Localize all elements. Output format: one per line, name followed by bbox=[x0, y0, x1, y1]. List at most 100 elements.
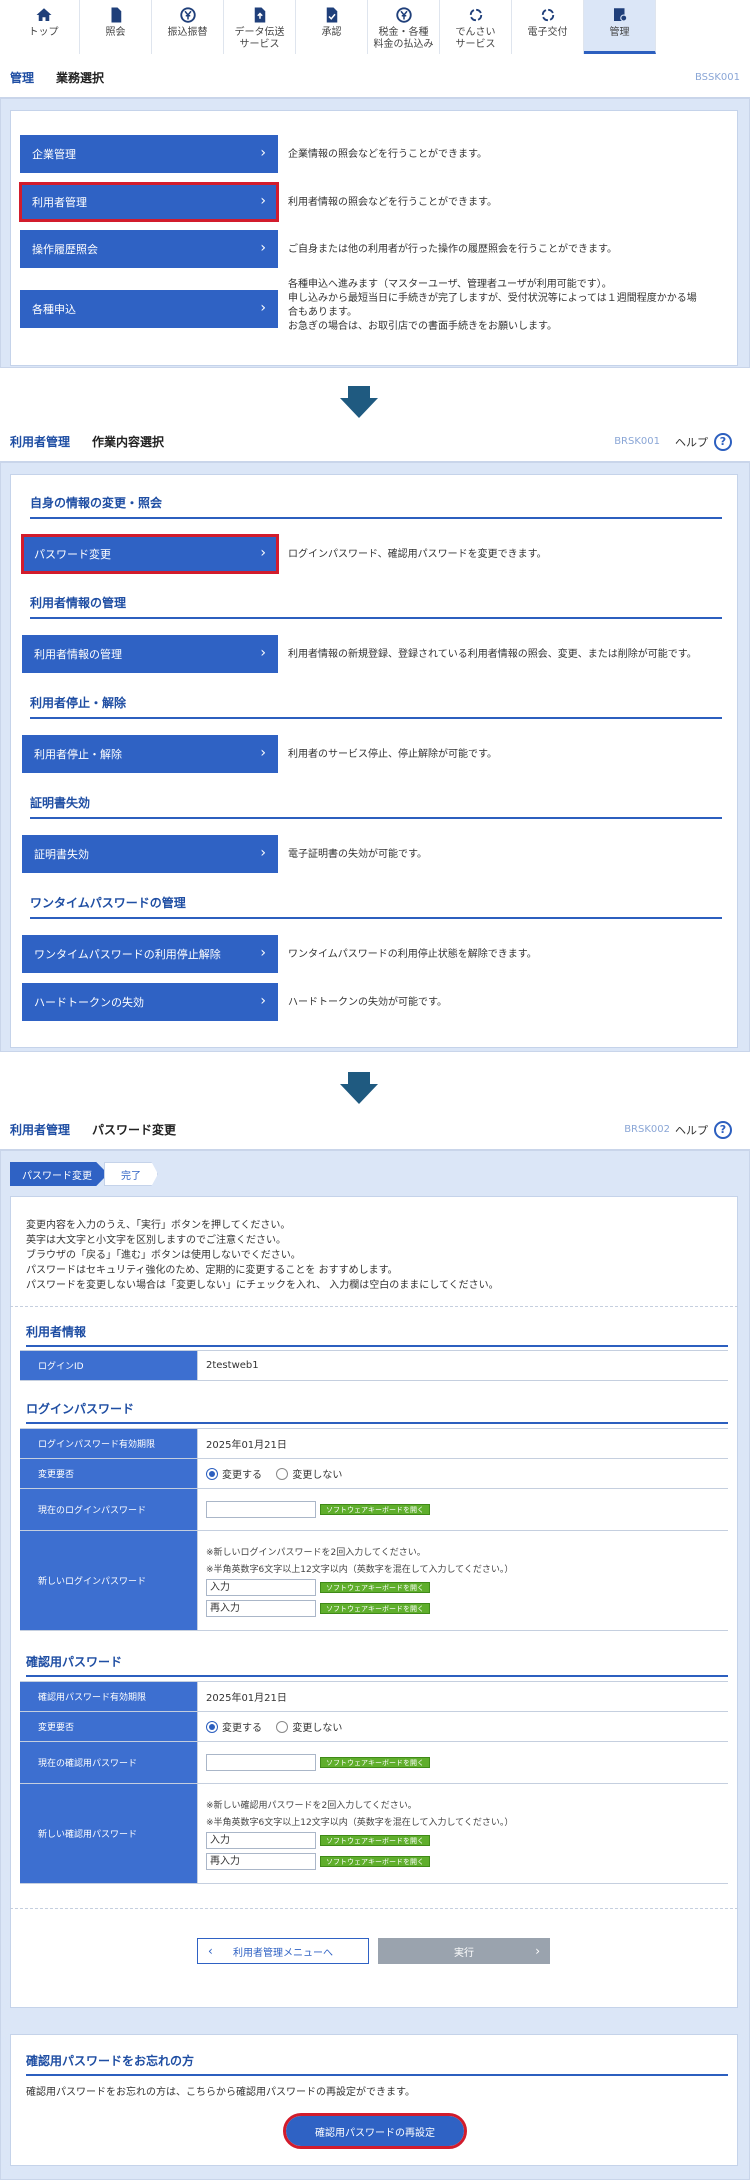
software-keyboard-button[interactable]: ソフトウェアキーボードを開く bbox=[320, 1834, 430, 1846]
new-confirm-password-input[interactable]: 入力 bbox=[206, 1831, 316, 1849]
menu-hardtoken-revoke-desc: ハードトークンの失効が可能です。 bbox=[288, 997, 447, 1008]
screen3-category: 利用者管理 bbox=[10, 1123, 71, 1137]
confirm-password-expiry: 2025年01月21日 bbox=[206, 1693, 287, 1704]
menu-hardtoken-revoke[interactable]: ハードトークンの失効 › bbox=[22, 983, 278, 1021]
new-confirm-password-reinput[interactable]: 再入力 bbox=[206, 1852, 316, 1870]
approve-document-icon bbox=[326, 7, 337, 23]
execute-button[interactable]: 実行 › bbox=[378, 1938, 550, 1964]
chevron-right-icon: › bbox=[260, 845, 266, 861]
nav-item-management[interactable]: 管理 bbox=[584, 0, 656, 54]
chevron-right-icon: › bbox=[260, 993, 266, 1009]
menu-company-management-desc: 企業情報の照会などを行うことができます。 bbox=[288, 149, 487, 160]
densai-icon bbox=[469, 8, 482, 22]
section-onetime-password: ワンタイムパスワードの管理 bbox=[30, 894, 722, 919]
screen1-header: 管理 業務選択 BSSK001 bbox=[0, 58, 750, 98]
screen1-code: BSSK001 bbox=[694, 72, 740, 83]
divider bbox=[10, 1306, 738, 1307]
section-own-info: 自身の情報の変更・照会 bbox=[30, 494, 722, 519]
menu-user-info-management[interactable]: 利用者情報の管理 › bbox=[22, 635, 278, 673]
chevron-right-icon: › bbox=[260, 300, 266, 316]
screen2-header: 利用者管理 作業内容選択 BRSK001 ヘルプ? bbox=[0, 422, 750, 462]
menu-password-change[interactable]: パスワード変更 › bbox=[21, 534, 279, 574]
menu-user-management[interactable]: 利用者管理 › bbox=[19, 182, 279, 222]
software-keyboard-button[interactable]: ソフトウェアキーボードを開く bbox=[320, 1757, 430, 1768]
confirm-change-no-radio[interactable] bbox=[276, 1720, 289, 1733]
nav-item-transfer[interactable]: 振込振替 bbox=[152, 0, 224, 54]
screen2-code: BRSK001 bbox=[614, 436, 660, 447]
home-icon bbox=[36, 8, 51, 21]
new-login-password-reinput[interactable]: 再入力 bbox=[206, 1599, 316, 1617]
nav-item-inquiry[interactable]: 照会 bbox=[80, 0, 152, 54]
management-icon bbox=[613, 8, 627, 22]
tax-payment-icon bbox=[395, 7, 412, 23]
menu-certificate-revoke[interactable]: 証明書失効 › bbox=[22, 835, 278, 873]
reset-confirm-password-button[interactable]: 確認用パスワードの再設定 bbox=[283, 2113, 467, 2149]
section-certificate: 証明書失効 bbox=[30, 794, 722, 819]
new-login-password-input[interactable]: 入力 bbox=[206, 1578, 316, 1596]
help-link[interactable]: ヘルプ? bbox=[675, 432, 732, 451]
menu-onetime-unlock-desc: ワンタイムパスワードの利用停止状態を解除できます。 bbox=[288, 949, 537, 960]
confirm-password-heading: 確認用パスワード bbox=[26, 1653, 728, 1677]
chevron-right-icon: › bbox=[535, 1944, 540, 1958]
login-id-value: 2testweb1 bbox=[206, 1360, 259, 1371]
divider bbox=[10, 1908, 738, 1909]
chevron-left-icon: ‹ bbox=[208, 1944, 213, 1958]
instructions: 変更内容を入力のうえ、「実行」ボタンを押してください。 英字は大文字と小文字を区… bbox=[26, 1220, 499, 1291]
chevron-right-icon: › bbox=[260, 193, 266, 209]
electronic-delivery-icon bbox=[541, 8, 554, 22]
menu-user-management-desc: 利用者情報の照会などを行うことができます。 bbox=[288, 197, 497, 208]
section-user-info: 利用者情報の管理 bbox=[30, 594, 722, 619]
back-to-user-menu-button[interactable]: ‹ 利用者管理メニューへ bbox=[197, 1938, 369, 1964]
screen1-title: 業務選択 bbox=[56, 71, 105, 85]
menu-operation-history-desc: ご自身または他の利用者が行った操作の履歴照会を行うことができます。 bbox=[288, 244, 617, 255]
progress-steps: パスワード変更 完了 bbox=[10, 1162, 158, 1186]
step-password-change: パスワード変更 bbox=[10, 1162, 108, 1186]
confirm-password-table: 確認用パスワード有効期限 2025年01月21日 変更要否 変更する 変更しない 現… bbox=[20, 1681, 728, 1884]
nav-item-tax-payment[interactable]: 税金・各種 料金の払込み bbox=[368, 0, 440, 54]
login-change-no-radio[interactable] bbox=[276, 1467, 289, 1480]
global-nav: トップ 照会 振込振替 データ伝送 サービス 承認 税金・各種 料金の払込み で… bbox=[8, 0, 748, 60]
section-user-suspend: 利用者停止・解除 bbox=[30, 694, 722, 719]
nav-item-data-transmission[interactable]: データ伝送 サービス bbox=[224, 0, 296, 54]
nav-item-top[interactable]: トップ bbox=[8, 0, 80, 54]
menu-onetime-unlock[interactable]: ワンタイムパスワードの利用停止解除 › bbox=[22, 935, 278, 973]
document-icon bbox=[111, 7, 121, 23]
help-icon: ? bbox=[714, 432, 732, 451]
nav-item-electronic-delivery[interactable]: 電子交付 bbox=[512, 0, 584, 54]
chevron-right-icon: › bbox=[260, 645, 266, 661]
menu-password-change-desc: ログインパスワード、確認用パスワードを変更できます。 bbox=[288, 549, 547, 560]
confirm-change-yes-radio[interactable] bbox=[206, 1720, 218, 1733]
chevron-right-icon: › bbox=[260, 240, 266, 256]
user-info-table: ログインID 2testweb1 bbox=[20, 1350, 728, 1381]
chevron-right-icon: › bbox=[260, 945, 266, 961]
data-upload-icon bbox=[254, 7, 265, 23]
menu-certificate-revoke-desc: 電子証明書の失効が可能です。 bbox=[288, 849, 427, 860]
menu-applications[interactable]: 各種申込 › bbox=[20, 290, 278, 328]
down-arrow-icon bbox=[340, 386, 378, 418]
login-password-expiry: 2025年01月21日 bbox=[206, 1440, 287, 1451]
screen3-header: 利用者管理 パスワード変更 BRSK002 ヘルプ? bbox=[0, 1110, 750, 1150]
nav-item-densai[interactable]: でんさい サービス bbox=[440, 0, 512, 54]
software-keyboard-button[interactable]: ソフトウェアキーボードを開く bbox=[320, 1504, 430, 1515]
menu-operation-history[interactable]: 操作履歴照会 › bbox=[20, 230, 278, 268]
current-confirm-password-input[interactable] bbox=[206, 1754, 316, 1771]
software-keyboard-button[interactable]: ソフトウェアキーボードを開く bbox=[320, 1855, 430, 1867]
menu-user-info-management-desc: 利用者情報の新規登録、登録されている利用者情報の照会、変更、または削除が可能です… bbox=[288, 649, 697, 660]
help-icon: ? bbox=[714, 1120, 732, 1139]
help-link[interactable]: ヘルプ? bbox=[675, 1120, 732, 1139]
forgot-heading: 確認用パスワードをお忘れの方 bbox=[26, 2052, 728, 2076]
login-change-yes-radio[interactable] bbox=[206, 1467, 218, 1480]
software-keyboard-button[interactable]: ソフトウェアキーボードを開く bbox=[320, 1581, 430, 1593]
software-keyboard-button[interactable]: ソフトウェアキーボードを開く bbox=[320, 1602, 430, 1614]
chevron-right-icon: › bbox=[260, 745, 266, 761]
menu-user-suspend[interactable]: 利用者停止・解除 › bbox=[22, 735, 278, 773]
nav-item-approval[interactable]: 承認 bbox=[296, 0, 368, 54]
screen2-title: 作業内容選択 bbox=[92, 435, 165, 449]
menu-company-management[interactable]: 企業管理 › bbox=[20, 135, 278, 173]
screen1-category: 管理 bbox=[10, 71, 35, 85]
chevron-right-icon: › bbox=[260, 145, 266, 161]
user-info-heading: 利用者情報 bbox=[26, 1323, 728, 1347]
login-password-heading: ログインパスワード bbox=[26, 1400, 728, 1424]
menu-user-suspend-desc: 利用者のサービス停止、停止解除が可能です。 bbox=[288, 749, 497, 760]
current-login-password-input[interactable] bbox=[206, 1501, 316, 1518]
